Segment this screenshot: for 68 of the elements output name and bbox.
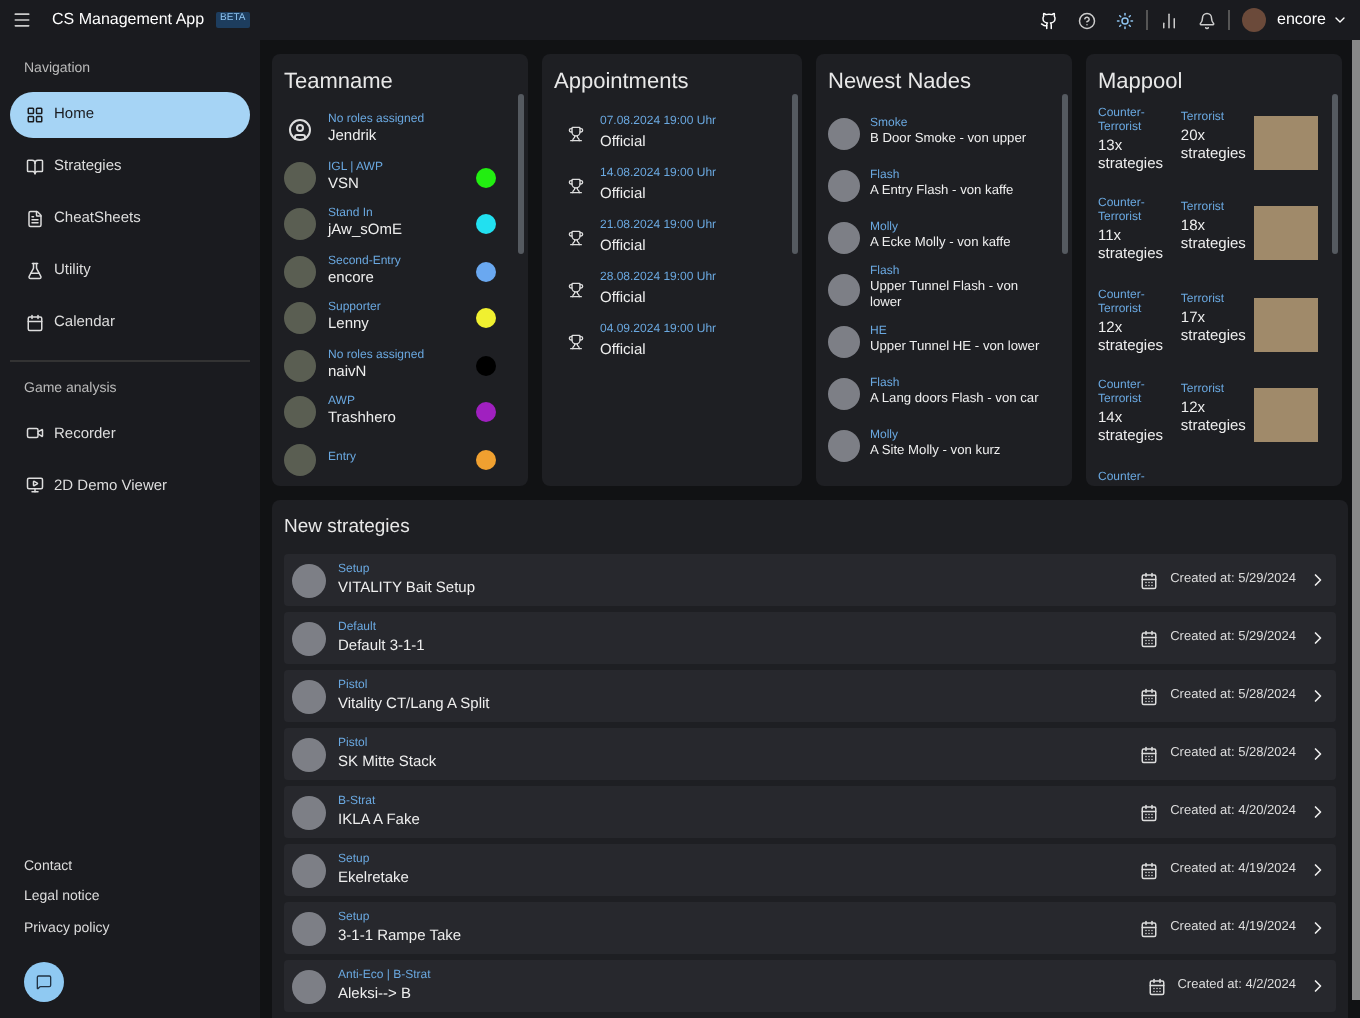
strategy-thumbnail xyxy=(292,737,326,772)
calendar-icon xyxy=(1140,687,1159,706)
nade-thumbnail xyxy=(828,429,860,461)
avatar xyxy=(284,396,316,429)
scrollbar[interactable] xyxy=(1332,94,1338,254)
avatar xyxy=(284,349,316,382)
card-title: Appointments xyxy=(554,68,689,98)
nade-thumbnail xyxy=(828,325,860,357)
sun-icon[interactable] xyxy=(1115,11,1134,29)
card-title: Teamname xyxy=(284,68,393,98)
flask-icon xyxy=(26,261,44,279)
page-scrollbar[interactable] xyxy=(1352,40,1360,1000)
user-icon xyxy=(288,118,312,143)
card-title: Mappool xyxy=(1098,68,1183,98)
strategy-thumbnail xyxy=(292,911,326,946)
nade-thumbnail xyxy=(828,221,860,253)
book-icon xyxy=(26,157,44,175)
trophy-icon xyxy=(568,281,584,297)
grid-icon xyxy=(26,105,44,123)
calendar-icon xyxy=(1140,803,1159,822)
bar-chart-icon[interactable] xyxy=(1159,11,1178,29)
calendar-icon xyxy=(1140,745,1159,764)
trophy-icon xyxy=(568,333,584,349)
trophy-icon xyxy=(568,125,584,141)
avatar xyxy=(284,161,316,194)
strategy-thumbnail xyxy=(292,969,326,1004)
user-name[interactable]: encore xyxy=(1277,8,1326,32)
map-photo-placeholder xyxy=(1253,297,1318,351)
monitor-icon xyxy=(26,476,44,494)
avatar xyxy=(284,208,316,241)
video-camera-icon xyxy=(26,424,44,442)
trophy-icon xyxy=(568,229,584,245)
chat-icon xyxy=(36,974,52,990)
strategy-thumbnail xyxy=(292,563,326,598)
strategy-thumbnail xyxy=(292,679,326,714)
map-photo-placeholder xyxy=(1253,388,1318,442)
calendar-icon xyxy=(1140,861,1159,880)
strategy-thumbnail xyxy=(292,621,326,656)
strategy-thumbnail xyxy=(292,853,326,888)
document-icon xyxy=(26,209,44,227)
calendar-icon xyxy=(26,313,44,331)
help-icon[interactable] xyxy=(1077,11,1096,29)
caret-icon[interactable] xyxy=(1332,12,1348,28)
nade-thumbnail xyxy=(828,273,860,305)
github-icon[interactable] xyxy=(1039,11,1058,29)
nade-thumbnail xyxy=(828,117,860,149)
calendar-icon xyxy=(1140,919,1159,938)
calendar-icon xyxy=(1140,571,1159,590)
bell-icon[interactable] xyxy=(1197,11,1216,29)
panel-title: New strategies xyxy=(284,514,410,542)
avatar xyxy=(284,255,316,288)
avatar xyxy=(284,302,316,335)
chat-button[interactable] xyxy=(24,962,64,1002)
trophy-icon xyxy=(568,177,584,193)
calendar-icon xyxy=(1140,629,1159,648)
scrollbar[interactable] xyxy=(1062,94,1068,254)
map-photo-placeholder xyxy=(1253,206,1318,260)
strategy-thumbnail xyxy=(292,795,326,830)
scrollbar[interactable] xyxy=(518,94,524,254)
avatar xyxy=(284,443,316,476)
card-title: Newest Nades xyxy=(828,68,972,98)
app-title: CS Management App xyxy=(52,8,205,32)
map-photo-placeholder xyxy=(1253,115,1318,169)
scrollbar[interactable] xyxy=(792,94,798,254)
nade-thumbnail xyxy=(828,377,860,409)
menu-icon[interactable] xyxy=(12,10,32,30)
nade-thumbnail xyxy=(828,169,860,201)
calendar-icon xyxy=(1147,977,1166,996)
